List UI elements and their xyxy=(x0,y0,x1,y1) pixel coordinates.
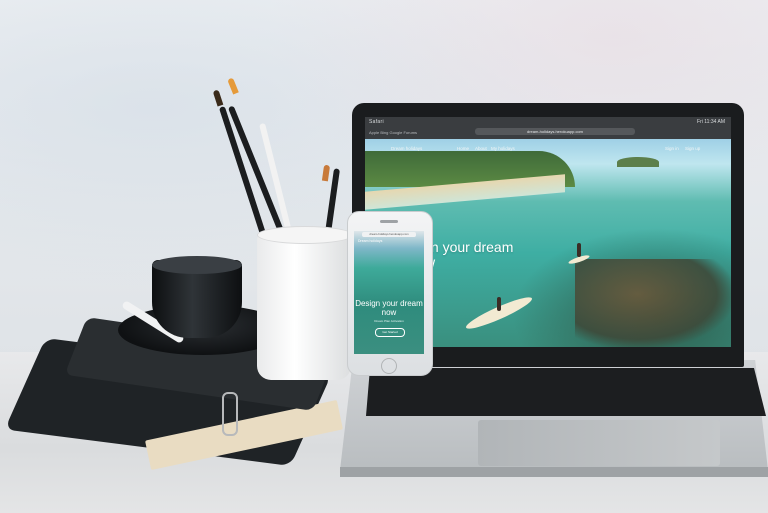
bookmarks-bar[interactable]: Apple Bing Google Forums xyxy=(369,130,417,135)
phone-cta-button[interactable]: Get Started xyxy=(375,328,405,337)
pen-holder-rim xyxy=(257,226,353,244)
rocks xyxy=(575,259,731,347)
phone-hero-title: Design your dream now xyxy=(355,299,423,317)
cup-rim xyxy=(152,256,242,274)
browser-toolbar: Safari Fri 11:34 AM Apple Bing Google Fo… xyxy=(365,117,731,139)
menu-bar-clock: Fri 11:34 AM xyxy=(697,119,725,125)
phone-home-button xyxy=(381,358,397,374)
wallet-clip xyxy=(222,392,238,436)
site-brand[interactable]: Dream holidays xyxy=(391,146,422,151)
distant-island xyxy=(617,157,659,167)
site-nav: Dream holidays Home About My holidays Si… xyxy=(365,143,731,155)
address-bar[interactable]: dream-holidays.herokuapp.com xyxy=(475,128,635,135)
app-name: Safari xyxy=(369,119,384,125)
phone-site-brand[interactable]: Dream holidays xyxy=(358,239,382,243)
nav-sign-in[interactable]: Sign in xyxy=(665,146,679,151)
nav-home[interactable]: Home xyxy=(457,146,469,151)
keyboard xyxy=(366,368,766,416)
phone-hero-subtitle: Dream Plan Activation xyxy=(374,319,404,323)
nav-about[interactable]: About xyxy=(475,146,487,151)
phone-address-bar[interactable]: dream-holidays.herokuapp.com xyxy=(362,232,416,237)
nav-sign-up[interactable]: Sign up xyxy=(685,146,700,151)
pen-holder xyxy=(257,232,351,380)
phone-speaker xyxy=(380,220,398,223)
nav-my-holidays[interactable]: My holidays xyxy=(491,146,515,151)
paddler xyxy=(577,243,581,257)
laptop-base-front xyxy=(340,467,768,477)
paddler xyxy=(497,297,501,311)
phone-screen: dream-holidays.herokuapp.com Dream holid… xyxy=(354,231,424,354)
trackpad xyxy=(478,420,720,466)
